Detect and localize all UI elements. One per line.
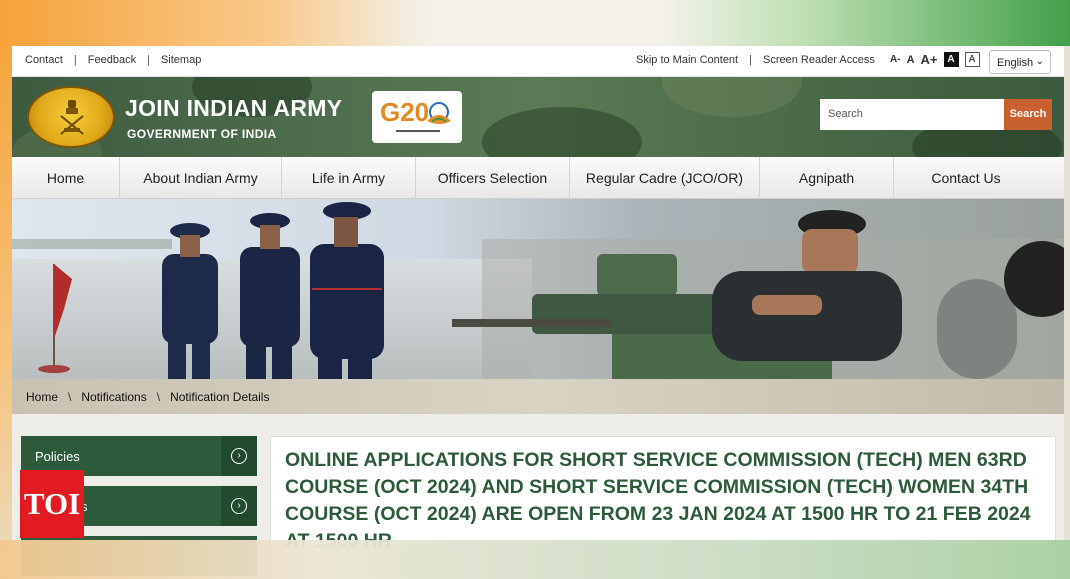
g20-tagline xyxy=(396,129,440,136)
sidebar-arrow: › xyxy=(221,486,257,526)
separator: | xyxy=(749,54,752,66)
chevron-right-icon: › xyxy=(231,448,247,464)
sidebar-item-label: Policies xyxy=(35,449,80,464)
breadcrumb-row: Home \ Notifications \ Notification Deta… xyxy=(26,390,269,404)
notification-title: ONLINE APPLICATIONS FOR SHORT SERVICE CO… xyxy=(285,449,1031,552)
search-input[interactable]: Search xyxy=(820,99,1004,130)
site-header: JOIN INDIAN ARMY GOVERNMENT OF INDIA G20… xyxy=(12,77,1064,157)
high-contrast-button[interactable]: A xyxy=(943,52,959,67)
chevron-down-icon: ⌄ xyxy=(1035,56,1044,67)
chevron-right-icon: › xyxy=(231,498,247,514)
site-subtitle: GOVERNMENT OF INDIA xyxy=(127,127,277,141)
nav-item-about[interactable]: About Indian Army xyxy=(120,157,282,199)
camo-pattern xyxy=(482,107,642,157)
hero-banner-image xyxy=(12,199,1064,379)
blurred-top-frame xyxy=(0,0,1070,46)
font-decrease-button[interactable]: A- xyxy=(890,54,901,65)
nav-item-agnipath[interactable]: Agnipath xyxy=(760,157,894,199)
lotus-globe-icon xyxy=(427,102,451,124)
breadcrumb-separator: \ xyxy=(156,390,161,404)
main-content: Policies › s › ONLINE APPLICATIONS FOR S… xyxy=(12,414,1064,576)
font-normal-button[interactable]: A xyxy=(907,54,915,66)
g20-logo-text: G20 xyxy=(380,97,430,127)
normal-contrast-button[interactable]: A xyxy=(964,52,980,67)
g20-logo: G20 xyxy=(372,91,462,143)
nav-item-regular-cadre[interactable]: Regular Cadre (JCO/OR) xyxy=(570,157,760,199)
soldiers-illustration xyxy=(12,202,1064,379)
font-size-controls: A- A A+ A A xyxy=(890,52,980,67)
separator: | xyxy=(147,54,150,66)
nav-item-contact-us[interactable]: Contact Us xyxy=(894,157,1038,199)
separator: | xyxy=(73,54,77,66)
main-navigation: Home About Indian Army Life in Army Offi… xyxy=(12,157,1064,199)
utility-links: Contact | Feedback | Sitemap xyxy=(25,54,201,66)
nav-item-life-in-army[interactable]: Life in Army xyxy=(282,157,416,199)
nav-item-officers-selection[interactable]: Officers Selection xyxy=(416,157,570,199)
breadcrumb-separator: \ xyxy=(68,390,72,404)
breadcrumb: Home \ Notifications \ Notification Deta… xyxy=(12,379,1064,414)
language-value: English xyxy=(997,57,1034,69)
camo-pattern xyxy=(662,77,802,117)
accessibility-links: Skip to Main Content | Screen Reader Acc… xyxy=(636,54,875,66)
search-button[interactable]: Search xyxy=(1004,99,1052,130)
utility-bar: Contact | Feedback | Sitemap Skip to Mai… xyxy=(12,46,1064,77)
blurred-left-frame xyxy=(0,46,12,579)
indian-army-emblem-icon[interactable] xyxy=(27,86,115,148)
blurred-bottom-frame xyxy=(0,540,1070,579)
breadcrumb-current: Notification Details xyxy=(170,390,270,404)
notification-article: ONLINE APPLICATIONS FOR SHORT SERVICE CO… xyxy=(270,436,1056,552)
blurred-right-frame xyxy=(1064,46,1070,579)
screen-reader-link[interactable]: Screen Reader Access xyxy=(763,54,875,66)
lion-capital-icon xyxy=(60,100,84,135)
contact-link[interactable]: Contact xyxy=(25,54,63,66)
font-increase-button[interactable]: A+ xyxy=(921,52,938,67)
breadcrumb-notifications-link[interactable]: Notifications xyxy=(81,390,146,404)
nav-item-home[interactable]: Home xyxy=(12,157,120,199)
language-select[interactable]: English ⌄ xyxy=(989,50,1051,74)
breadcrumb-home-link[interactable]: Home xyxy=(26,390,58,404)
toi-watermark-logo: TOI xyxy=(20,470,84,538)
site-title[interactable]: JOIN INDIAN ARMY xyxy=(125,95,342,122)
sidebar-arrow: › xyxy=(221,436,257,476)
sitemap-link[interactable]: Sitemap xyxy=(161,54,201,66)
skip-to-main-link[interactable]: Skip to Main Content xyxy=(636,54,738,66)
feedback-link[interactable]: Feedback xyxy=(88,54,136,66)
